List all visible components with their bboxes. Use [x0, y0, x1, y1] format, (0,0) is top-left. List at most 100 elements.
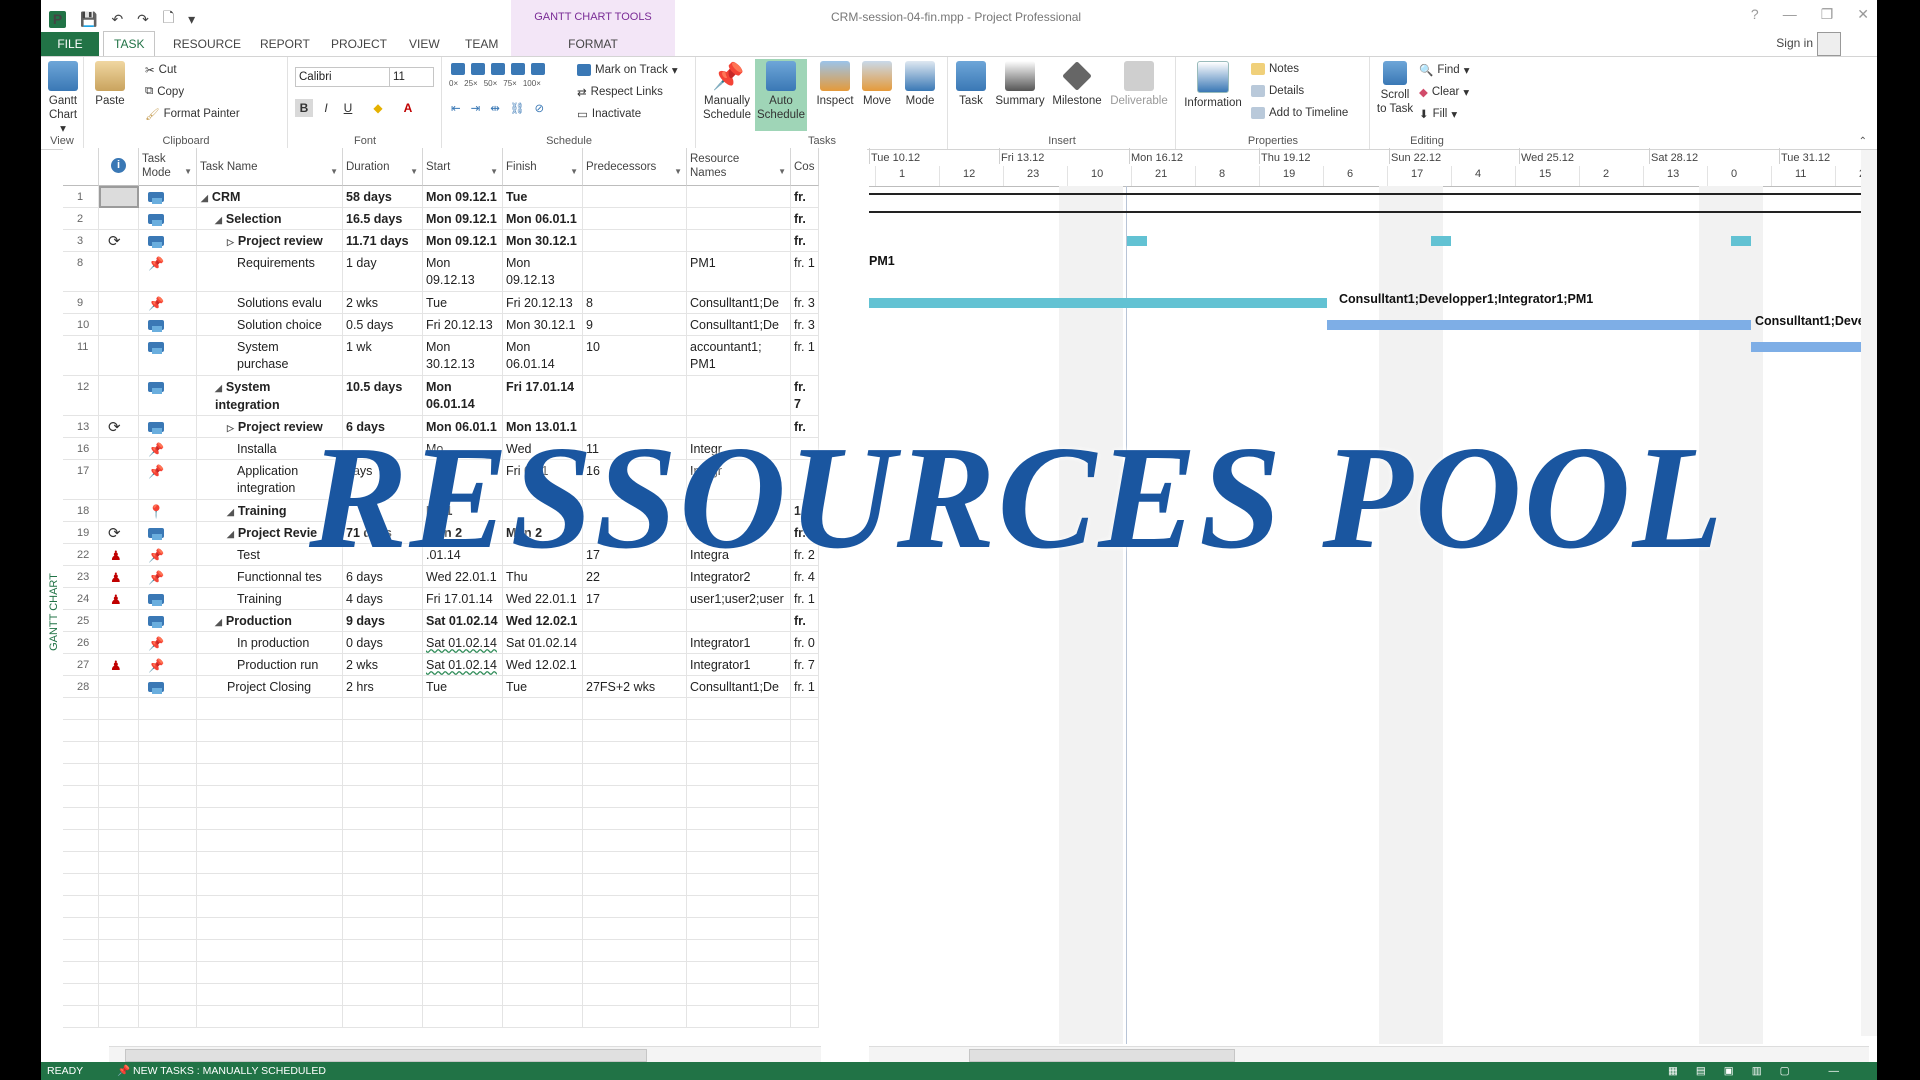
task-mode-cell[interactable]: [139, 416, 197, 438]
mark-on-track-button[interactable]: Mark on Track ▾: [577, 63, 678, 77]
empty-cell[interactable]: [99, 918, 139, 940]
task-row[interactable]: 10 Solution choice 0.5 days Fri 20.12.13 Mon…: [63, 314, 867, 336]
indicators-cell[interactable]: [99, 252, 139, 292]
empty-cell[interactable]: [63, 962, 99, 984]
indicators-cell[interactable]: [99, 186, 139, 208]
empty-cell[interactable]: [197, 984, 343, 1006]
tab-file[interactable]: FILE: [41, 32, 99, 56]
empty-cell[interactable]: [791, 808, 819, 830]
row-number[interactable]: 10: [63, 314, 99, 336]
help-button[interactable]: ?: [1751, 6, 1759, 23]
empty-cell[interactable]: [503, 764, 583, 786]
duration-cell[interactable]: 2 wks: [343, 654, 423, 676]
unlink-icon[interactable]: ⊘: [535, 101, 545, 115]
task-name-cell[interactable]: ◢ Production: [197, 610, 343, 632]
empty-cell[interactable]: [99, 698, 139, 720]
sign-in-link[interactable]: Sign in: [1776, 36, 1813, 50]
collapse-icon[interactable]: ◢: [215, 215, 222, 225]
start-cell[interactable]: Sat 01.02.14: [423, 610, 503, 632]
finish-header[interactable]: Finish ▼: [503, 148, 583, 186]
cost-cell[interactable]: fr. 1: [791, 336, 819, 376]
empty-cell[interactable]: [99, 852, 139, 874]
indicators-cell[interactable]: [99, 610, 139, 632]
cost-cell[interactable]: fr. 0: [791, 632, 819, 654]
cut-button[interactable]: ✂ Cut: [145, 63, 177, 77]
collapse-icon[interactable]: ◢: [227, 529, 234, 539]
empty-cell[interactable]: [791, 698, 819, 720]
indicators-cell[interactable]: ⟳: [99, 522, 139, 544]
empty-cell[interactable]: [197, 874, 343, 896]
task-mode-cell[interactable]: 📌: [139, 654, 197, 676]
finish-cell[interactable]: Mon 30.12.1: [503, 314, 583, 336]
empty-cell[interactable]: [791, 984, 819, 1006]
empty-cell[interactable]: [197, 786, 343, 808]
res-cell[interactable]: [687, 186, 791, 208]
empty-cell[interactable]: [687, 874, 791, 896]
start-cell[interactable]: Mon 09.12.1: [423, 230, 503, 252]
details-button[interactable]: Details: [1251, 85, 1304, 97]
empty-cell[interactable]: [583, 720, 687, 742]
empty-cell[interactable]: [503, 896, 583, 918]
res-cell[interactable]: Integrator1: [687, 654, 791, 676]
empty-cell[interactable]: [503, 1006, 583, 1028]
empty-row[interactable]: [63, 874, 867, 896]
empty-cell[interactable]: [63, 698, 99, 720]
empty-cell[interactable]: [503, 918, 583, 940]
pred-cell[interactable]: 17: [583, 588, 687, 610]
finish-cell[interactable]: Wed 22.01.1: [503, 588, 583, 610]
close-button[interactable]: ✕: [1857, 6, 1869, 23]
finish-cell[interactable]: Wed 12.02.1: [503, 654, 583, 676]
indicators-cell[interactable]: ♟: [99, 588, 139, 610]
cost-cell[interactable]: fr. 7: [791, 610, 819, 632]
empty-cell[interactable]: [791, 764, 819, 786]
empty-cell[interactable]: [99, 808, 139, 830]
row-number[interactable]: 23: [63, 566, 99, 588]
gantt-scroll-thumb[interactable]: [969, 1049, 1235, 1062]
paste-button[interactable]: Paste: [93, 61, 127, 108]
empty-cell[interactable]: [687, 720, 791, 742]
empty-cell[interactable]: [423, 1006, 503, 1028]
empty-cell[interactable]: [687, 786, 791, 808]
task-mode-cell[interactable]: [139, 314, 197, 336]
empty-cell[interactable]: [687, 764, 791, 786]
row-number[interactable]: 26: [63, 632, 99, 654]
empty-cell[interactable]: [687, 808, 791, 830]
row-number[interactable]: 16: [63, 438, 99, 460]
row-number[interactable]: 19: [63, 522, 99, 544]
empty-cell[interactable]: [139, 852, 197, 874]
res-cell[interactable]: [687, 610, 791, 632]
task-mode-cell[interactable]: [139, 610, 197, 632]
empty-cell[interactable]: [343, 808, 423, 830]
tab-format[interactable]: FORMAT: [511, 32, 675, 56]
empty-cell[interactable]: [791, 1006, 819, 1028]
start-cell[interactable]: Sat 01.02.14: [423, 654, 503, 676]
empty-cell[interactable]: [99, 1006, 139, 1028]
empty-cell[interactable]: [99, 896, 139, 918]
empty-row[interactable]: [63, 940, 867, 962]
resource-names-header[interactable]: Resource Names ▼: [687, 148, 791, 186]
empty-cell[interactable]: [583, 852, 687, 874]
task-mode-cell[interactable]: [139, 230, 197, 252]
tab-team[interactable]: TEAM: [465, 32, 498, 56]
empty-cell[interactable]: [503, 830, 583, 852]
task-name-cell[interactable]: ◢ System integration: [197, 376, 343, 416]
empty-cell[interactable]: [139, 940, 197, 962]
task-mode-cell[interactable]: [139, 208, 197, 230]
empty-cell[interactable]: [197, 830, 343, 852]
empty-cell[interactable]: [63, 918, 99, 940]
empty-cell[interactable]: [343, 830, 423, 852]
tab-project[interactable]: PROJECT: [331, 32, 387, 56]
empty-cell[interactable]: [423, 940, 503, 962]
undo-icon[interactable]: ↶: [111, 11, 123, 28]
task-row[interactable]: 8 📌 Requirements 1 day Mon 09.12.13 Mon 09.12…: [63, 252, 867, 292]
empty-row[interactable]: [63, 698, 867, 720]
empty-cell[interactable]: [343, 962, 423, 984]
empty-cell[interactable]: [139, 1006, 197, 1028]
empty-cell[interactable]: [63, 720, 99, 742]
task-bar-solution-choice[interactable]: [1327, 320, 1751, 330]
tab-task[interactable]: TASK: [103, 31, 156, 57]
empty-cell[interactable]: [583, 764, 687, 786]
task-row[interactable]: 11 System purchase 1 wk Mon 30.12.13 Mon 06.…: [63, 336, 867, 376]
empty-cell[interactable]: [503, 786, 583, 808]
row-number[interactable]: 8: [63, 252, 99, 292]
